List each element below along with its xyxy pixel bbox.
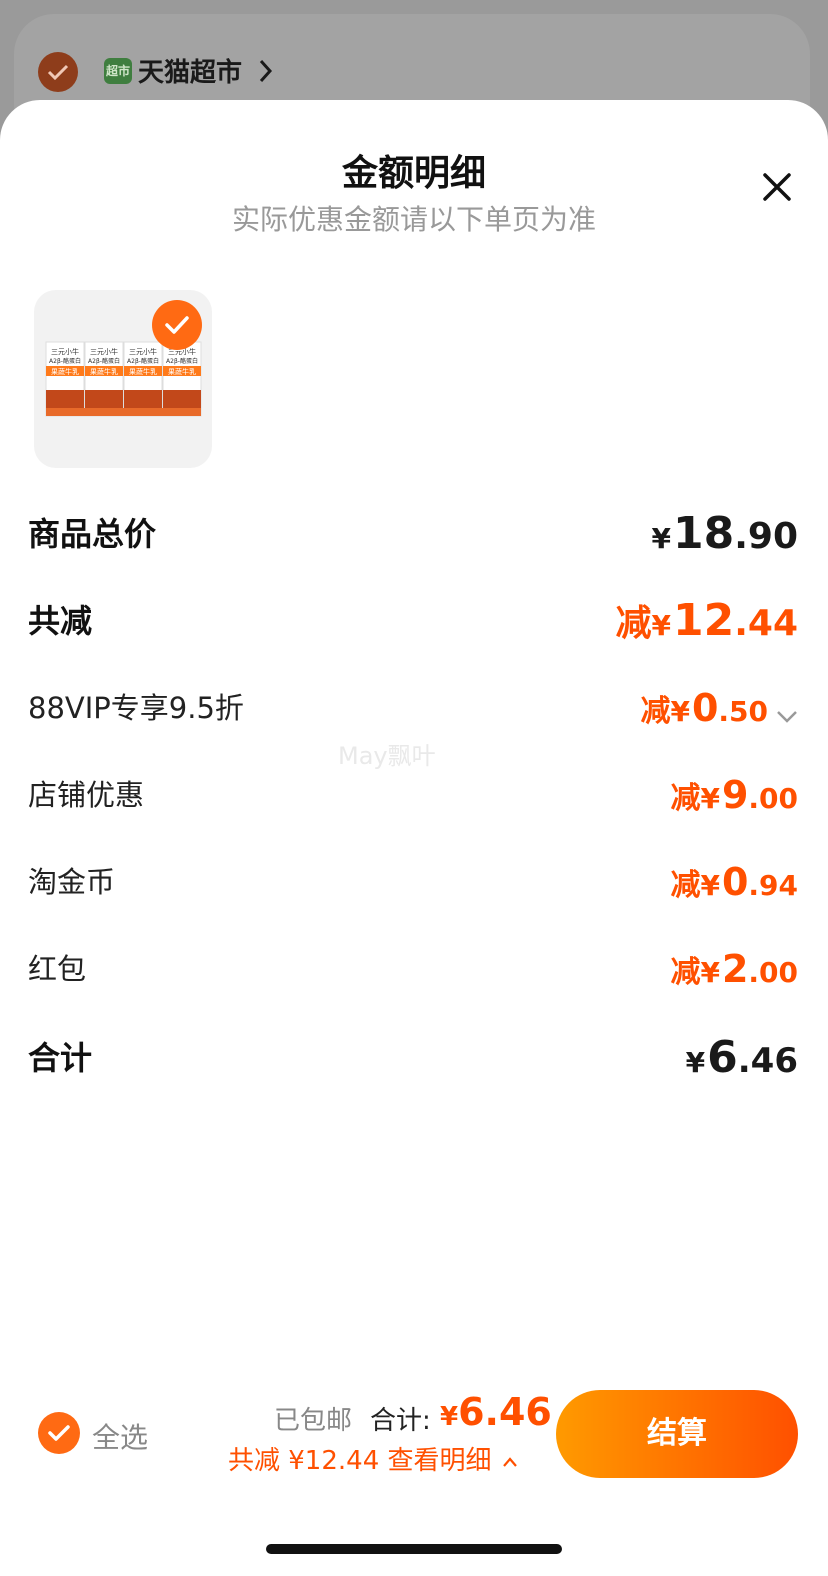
row-total: 合计 ¥6.46 [28,1028,798,1088]
svg-text:三元小牛: 三元小牛 [51,347,79,356]
row-label: 红包 [28,952,87,986]
svg-text:A2β-酪蛋白: A2β-酪蛋白 [127,357,159,365]
row-amount: ¥6.46 [685,1032,798,1083]
row-amount[interactable]: 减¥0.50 [640,678,798,746]
svg-text:三元小牛: 三元小牛 [90,347,118,356]
chevron-down-icon[interactable] [776,710,798,724]
shipping-status: 已包邮 [274,1406,353,1436]
row-label: 88VIP专享9.5折 [28,691,244,725]
total-label: 合计: [370,1406,431,1436]
row-amount: ¥18.90 [651,508,799,559]
select-all-label[interactable]: 全选 [92,1416,148,1456]
svg-text:果蔬牛乳: 果蔬牛乳 [90,367,118,376]
row-total-discount: 共减 减¥12.44 [28,591,798,651]
row-label: 淘金币 [28,865,116,899]
svg-text:果蔬牛乳: 果蔬牛乳 [51,367,79,376]
svg-text:三元小牛: 三元小牛 [129,347,157,356]
store-check-icon [38,52,78,92]
row-amount: 减¥2.00 [670,947,798,991]
store-logo-icon: 超市 [104,58,132,84]
row-amount: 减¥12.44 [615,595,798,646]
total-price: ¥6.46 [440,1390,552,1434]
view-detail-link[interactable]: 共减 ¥12.44 查看明细 [228,1440,518,1477]
svg-text:果蔬牛乳: 果蔬牛乳 [129,367,157,376]
row-88vip[interactable]: 88VIP专享9.5折 减¥0.50 [28,678,798,738]
row-taojinbi: 淘金币 减¥0.94 [28,852,798,912]
row-shop-discount: 店铺优惠 减¥9.00 [28,765,798,825]
sheet-subtitle: 实际优惠金额请以下单页为准 [231,203,596,236]
amount-detail-sheet: 金额明细 实际优惠金额请以下单页为准 三元小牛 三元小牛 三元小牛 三元小牛 A… [0,100,828,1576]
row-label: 商品总价 [28,515,157,553]
svg-text:果蔬牛乳: 果蔬牛乳 [168,367,196,376]
chevron-right-icon [259,59,273,83]
store-name: 天猫超市 [138,58,243,88]
svg-text:A2β-酪蛋白: A2β-酪蛋白 [88,357,120,365]
chevron-up-icon [502,1456,517,1467]
row-label: 合计 [28,1039,93,1077]
product-check-icon[interactable] [152,300,202,350]
row-amount: 减¥0.94 [670,860,798,904]
row-subtotal: 商品总价 ¥18.90 [28,504,798,564]
row-label: 共减 [28,602,93,640]
checkout-button[interactable]: 结算 [556,1390,798,1478]
svg-text:A2β-酪蛋白: A2β-酪蛋白 [166,357,198,365]
svg-text:A2β-酪蛋白: A2β-酪蛋白 [49,357,81,365]
sheet-title: 金额明细 [341,153,486,194]
row-red-packet: 红包 减¥2.00 [28,939,798,999]
close-icon[interactable] [760,170,794,204]
row-amount: 减¥9.00 [670,773,798,817]
row-label: 店铺优惠 [28,778,145,812]
select-all-checkbox[interactable] [38,1412,80,1454]
home-indicator [266,1544,562,1554]
